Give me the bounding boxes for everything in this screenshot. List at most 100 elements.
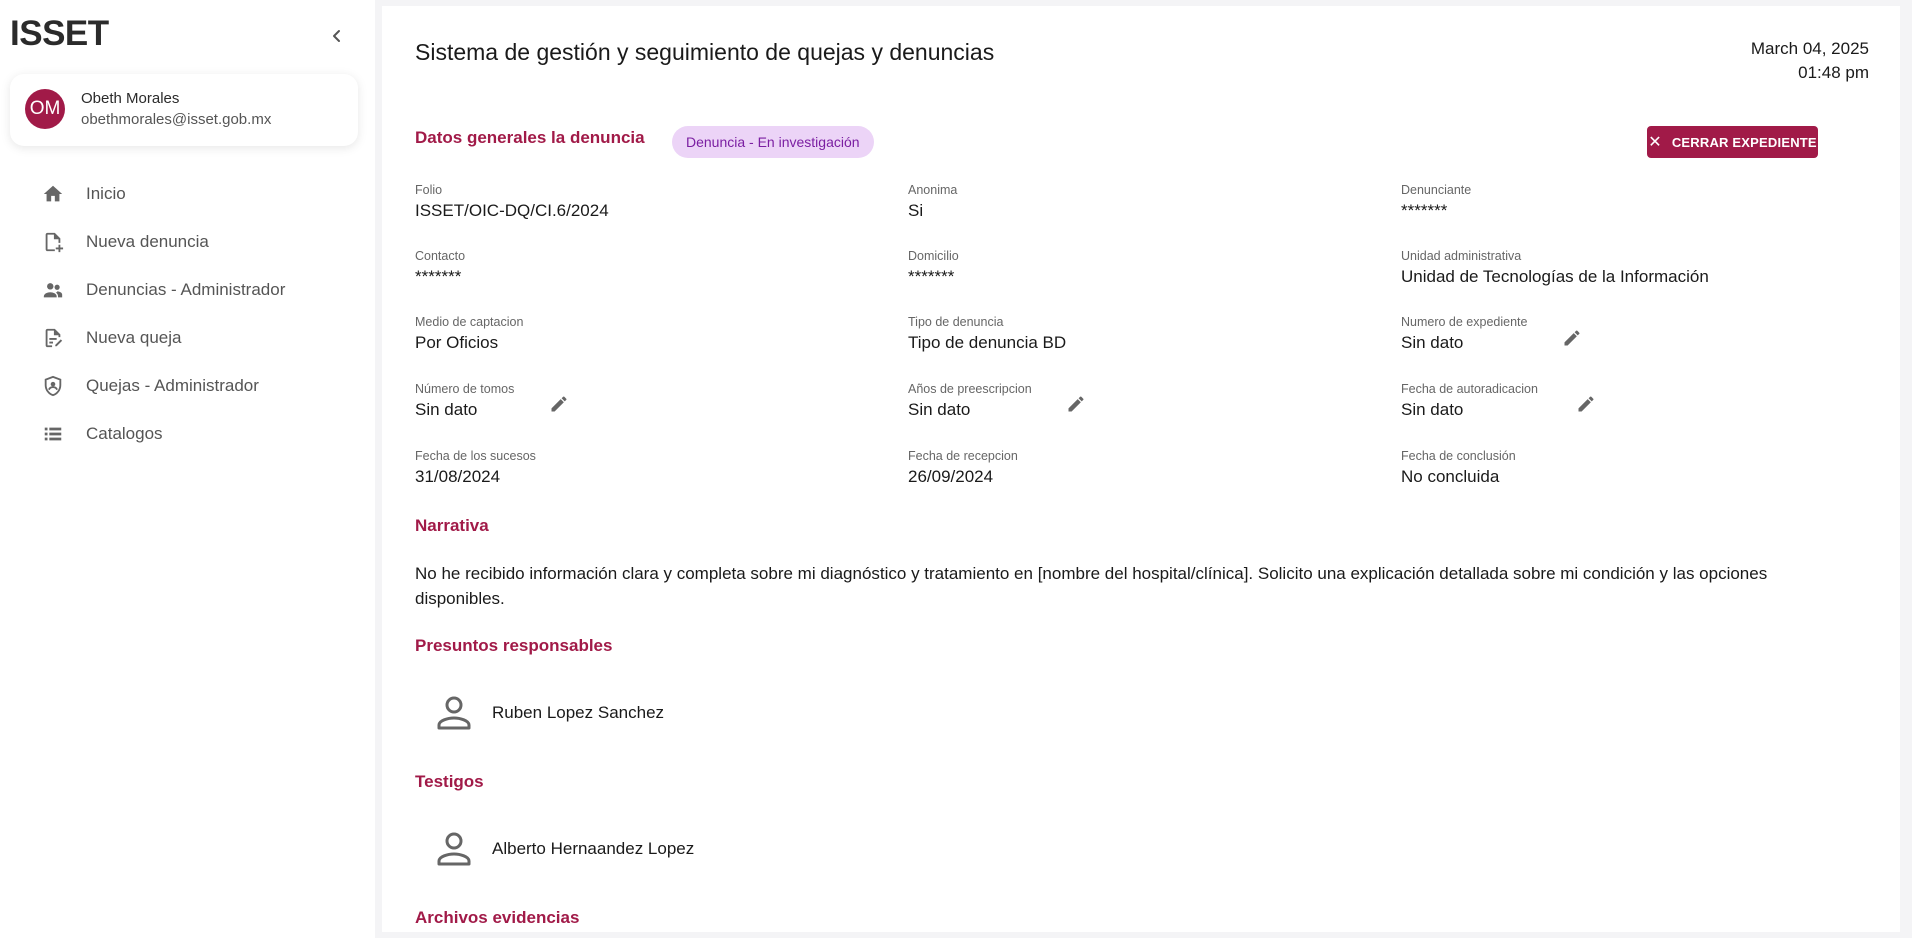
field-anos-preescripcion: Años de preescripcion Sin dato: [908, 382, 1032, 420]
status-badge: Denuncia - En investigación: [672, 126, 874, 158]
user-card[interactable]: OM Obeth Morales obethmorales@isset.gob.…: [10, 74, 358, 146]
field-fecha-sucesos: Fecha de los sucesos 31/08/2024: [415, 449, 536, 487]
field-label: Anonima: [908, 183, 958, 197]
field-value: Sin dato: [908, 400, 971, 419]
sidebar-item-catalogos[interactable]: Catalogos: [0, 410, 375, 458]
pencil-icon: [1578, 396, 1594, 412]
field-label: Contacto: [415, 249, 466, 263]
pencil-icon: [1068, 396, 1084, 412]
field-fecha-recepcion: Fecha de recepcion 26/09/2024: [908, 449, 1018, 487]
section-title-testigos: Testigos: [415, 772, 484, 791]
field-label: Fecha de conclusión: [1401, 449, 1516, 463]
list-item-testigo: Alberto Hernaandez Lopez: [434, 829, 694, 869]
field-anonima: Anonima Si: [908, 183, 957, 221]
edit-numero-tomos-button[interactable]: [546, 391, 572, 417]
field-label: Medio de captacion: [415, 315, 524, 329]
field-label: Tipo de denuncia: [908, 315, 1004, 329]
sidebar-item-label: Inicio: [86, 184, 126, 203]
home-icon: [42, 183, 64, 205]
collapse-sidebar-button[interactable]: [325, 24, 349, 48]
field-value: Sin dato: [1401, 400, 1464, 419]
edit-note-icon: [42, 327, 64, 349]
person-name: Alberto Hernaandez Lopez: [492, 839, 695, 858]
section-title-responsables: Presuntos responsables: [415, 636, 613, 655]
field-value: 31/08/2024: [415, 467, 501, 486]
sidebar-item-label: Nueva queja: [86, 328, 182, 347]
field-value: No concluida: [1401, 467, 1500, 486]
sidebar-nav: Inicio Nueva denuncia Denuncias - Admini…: [0, 170, 375, 458]
field-label: Fecha de los sucesos: [415, 449, 536, 463]
shield-user-icon: [42, 375, 64, 397]
field-label: Años de preescripcion: [908, 382, 1032, 396]
field-unidad-administrativa: Unidad administrativa Unidad de Tecnolog…: [1401, 249, 1709, 287]
list-item-responsable: Ruben Lopez Sanchez: [434, 693, 664, 733]
sidebar-item-nueva-denuncia[interactable]: Nueva denuncia: [0, 218, 375, 266]
note-add-icon: [42, 231, 64, 253]
field-tipo-denuncia: Tipo de denuncia Tipo de denuncia BD: [908, 315, 1066, 353]
field-value: Por Oficios: [415, 333, 499, 352]
field-value: Tipo de denuncia BD: [908, 333, 1067, 352]
sidebar-item-label: Denuncias - Administrador: [86, 280, 286, 299]
sidebar: ISSET OM Obeth Morales obethmorales@isse…: [0, 0, 375, 938]
sidebar-item-nueva-queja[interactable]: Nueva queja: [0, 314, 375, 362]
edit-fecha-autoradicacion-button[interactable]: [1573, 391, 1599, 417]
user-name: Obeth Morales: [81, 90, 180, 107]
main-panel: Sistema de gestión y seguimiento de quej…: [382, 6, 1900, 932]
pencil-icon: [1564, 330, 1580, 346]
field-medio-captacion: Medio de captacion Por Oficios: [415, 315, 523, 353]
field-label: Fecha de autoradicacion: [1401, 382, 1538, 396]
list-icon: [42, 423, 64, 445]
user-email: obethmorales@isset.gob.mx: [81, 111, 272, 128]
app-logo: ISSET: [10, 14, 109, 53]
section-title-evidencias: Archivos evidencias: [415, 908, 580, 927]
field-numero-expediente: Numero de expediente Sin dato: [1401, 315, 1527, 353]
sidebar-item-inicio[interactable]: Inicio: [0, 170, 375, 218]
close-case-label: CERRAR EXPEDIENTE: [1671, 134, 1817, 150]
sidebar-item-label: Catalogos: [86, 424, 163, 443]
field-folio: Folio ISSET/OIC-DQ/CI.6/2024: [415, 183, 609, 221]
sidebar-item-denuncias-administrador[interactable]: Denuncias - Administrador: [0, 266, 375, 314]
avatar: OM: [25, 89, 65, 129]
person-icon: [437, 832, 471, 866]
edit-numero-expediente-button[interactable]: [1559, 325, 1585, 351]
field-label: Folio: [415, 183, 443, 197]
field-value: ISSET/OIC-DQ/CI.6/2024: [415, 201, 609, 220]
field-label: Unidad administrativa: [1401, 249, 1522, 263]
field-value: *******: [908, 267, 955, 286]
field-label: Domicilio: [908, 249, 959, 263]
field-domicilio: Domicilio *******: [908, 249, 959, 287]
field-value: *******: [1401, 201, 1448, 220]
close-icon: ✕: [1648, 134, 1662, 151]
close-case-button[interactable]: ✕ CERRAR EXPEDIENTE: [1647, 126, 1818, 158]
field-value: Unidad de Tecnologías de la Información: [1401, 267, 1709, 286]
sidebar-item-quejas-administrador[interactable]: Quejas - Administrador: [0, 362, 375, 410]
field-value: 26/09/2024: [908, 467, 994, 486]
sidebar-item-label: Quejas - Administrador: [86, 376, 259, 395]
narrative-text: No he recibido información clara y compl…: [415, 564, 1768, 608]
field-numero-tomos: Número de tomos Sin dato: [415, 382, 514, 420]
field-label: Numero de expediente: [1401, 315, 1528, 329]
pencil-icon: [551, 396, 567, 412]
field-value: *******: [415, 267, 462, 286]
current-date: March 04, 2025: [1750, 39, 1869, 58]
field-contacto: Contacto *******: [415, 249, 465, 287]
field-label: Número de tomos: [415, 382, 515, 396]
edit-anos-preescripcion-button[interactable]: [1063, 391, 1089, 417]
field-value: Sin dato: [1401, 333, 1464, 352]
field-value: Si: [908, 201, 924, 220]
field-fecha-conclusion: Fecha de conclusión No concluida: [1401, 449, 1516, 487]
person-name: Ruben Lopez Sanchez: [492, 703, 665, 722]
current-time: 01:48 pm: [1798, 63, 1869, 82]
chevron-left-icon: [333, 30, 340, 42]
field-label: Denunciante: [1401, 183, 1472, 197]
field-denunciante: Denunciante *******: [1401, 183, 1471, 221]
section-title-datos-generales: Datos generales la denuncia: [415, 128, 645, 147]
field-label: Fecha de recepcion: [908, 449, 1018, 463]
group-icon: [42, 279, 64, 301]
field-fecha-autoradicacion: Fecha de autoradicacion Sin dato: [1401, 382, 1538, 420]
page-title: Sistema de gestión y seguimiento de quej…: [415, 39, 995, 65]
field-value: Sin dato: [415, 400, 478, 419]
sidebar-item-label: Nueva denuncia: [86, 232, 209, 251]
section-title-narrativa: Narrativa: [415, 516, 489, 535]
person-icon: [437, 696, 471, 730]
